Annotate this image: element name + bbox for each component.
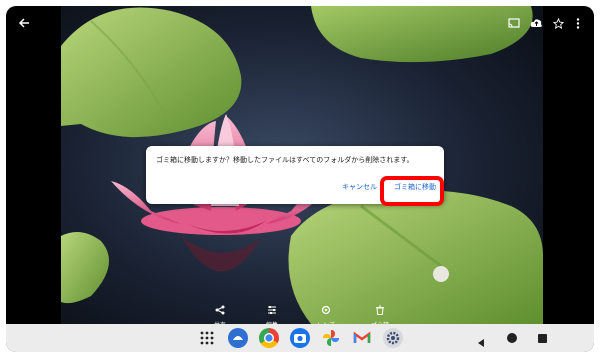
star-icon[interactable] bbox=[548, 13, 568, 33]
top-app-bar bbox=[6, 6, 594, 40]
back-arrow-icon[interactable] bbox=[14, 13, 34, 33]
home-icon[interactable] bbox=[507, 333, 517, 343]
assistant-app-icon[interactable] bbox=[228, 328, 248, 348]
settings-app-icon[interactable] bbox=[383, 328, 403, 348]
dialog-message: ゴミ箱に移動しますか？移動したファイルはすべてのフォルダから削除されます。 bbox=[156, 156, 414, 164]
chrome-app-icon[interactable] bbox=[259, 328, 279, 348]
camera-app-icon[interactable] bbox=[290, 328, 310, 348]
app-drawer-icon[interactable] bbox=[199, 330, 215, 346]
back-icon[interactable] bbox=[476, 333, 486, 347]
gmail-app-icon[interactable] bbox=[352, 328, 372, 348]
trash-icon bbox=[376, 305, 384, 315]
tune-icon bbox=[268, 306, 276, 314]
photos-app-icon[interactable] bbox=[321, 328, 341, 348]
lens-icon bbox=[321, 305, 331, 315]
share-icon bbox=[215, 305, 225, 315]
cloud-upload-icon[interactable] bbox=[526, 13, 546, 33]
recents-icon[interactable] bbox=[538, 334, 547, 343]
cast-icon[interactable] bbox=[504, 13, 524, 33]
cancel-button[interactable]: キャンセル bbox=[342, 182, 377, 192]
highlight-box bbox=[380, 176, 444, 206]
more-vert-icon[interactable] bbox=[568, 13, 588, 33]
